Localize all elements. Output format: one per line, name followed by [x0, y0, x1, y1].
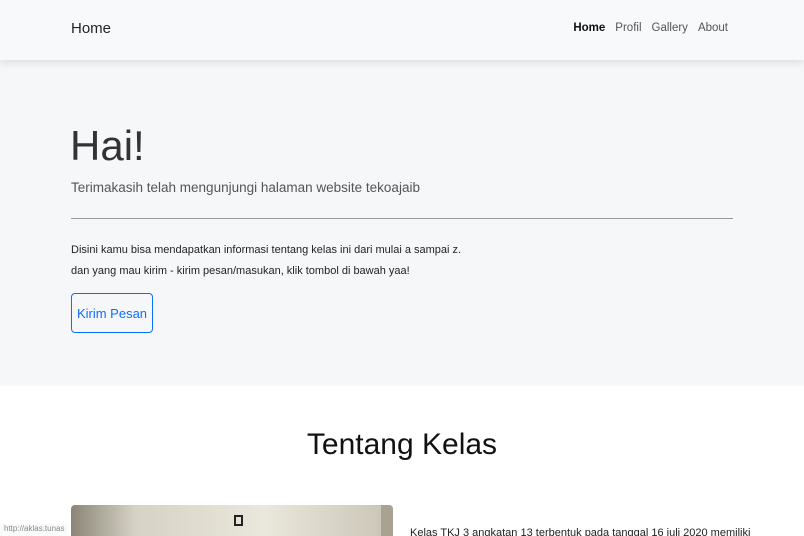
hero-divider [71, 218, 733, 219]
about-section-title: Tentang Kelas [306, 428, 498, 461]
top-navbar: Home Home Profil Gallery About [0, 0, 804, 60]
hero-lead: Terimakasih telah mengunjungi halaman we… [71, 180, 420, 195]
navbar-brand[interactable]: Home [71, 20, 111, 37]
nav-link-about[interactable]: About [698, 22, 728, 34]
hero-jumbotron: Hai! Terimakasih telah mengunjungi halam… [0, 60, 804, 386]
nav-link-profil[interactable]: Profil [615, 22, 641, 34]
nav-links: Home Profil Gallery About [573, 22, 728, 34]
class-photo [71, 505, 393, 536]
nav-link-gallery[interactable]: Gallery [652, 22, 688, 34]
hero-heading: Hai! [70, 122, 145, 169]
send-message-button[interactable]: Kirim Pesan [71, 293, 153, 333]
wall-frame-shape [234, 515, 243, 526]
status-bar-url: http://aklas.tunas [0, 524, 69, 536]
hero-info-line-1: Disini kamu bisa mendapatkan informasi t… [71, 244, 462, 256]
photo-edge-shape [381, 505, 393, 536]
hero-info-line-2: dan yang mau kirim - kirim pesan/masukan… [71, 265, 410, 277]
nav-link-home[interactable]: Home [573, 22, 605, 34]
about-text: Kelas TKJ 3 angkatan 13 terbentuk pada t… [410, 527, 751, 536]
